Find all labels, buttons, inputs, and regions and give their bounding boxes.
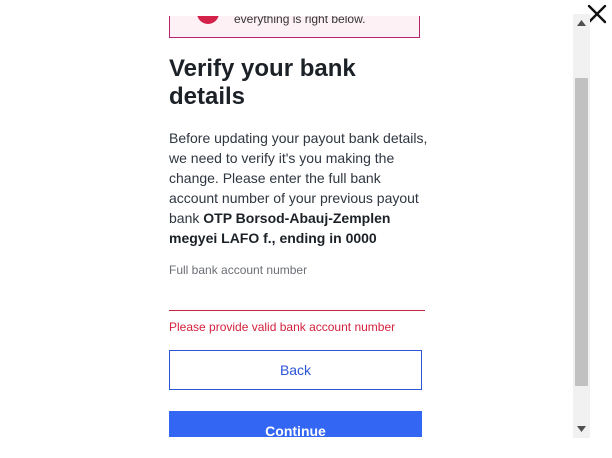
scroll-down-arrow-icon[interactable] bbox=[573, 422, 590, 436]
page-title: Verify your bank details bbox=[169, 55, 356, 110]
bank-name: OTP Borsod-Abauj-Zemplen megyei LAFO f.,… bbox=[169, 210, 391, 246]
validation-error: Please provide valid bank account number bbox=[169, 320, 396, 334]
dialog-content: everything is right below. Verify your b… bbox=[160, 16, 435, 437]
account-number-label: Full bank account number bbox=[169, 263, 308, 277]
verify-bank-details-dialog: everything is right below. Verify your b… bbox=[0, 0, 612, 458]
alert-text: everything is right below. bbox=[234, 16, 366, 26]
scrollbar-thumb[interactable] bbox=[575, 78, 588, 386]
intro-text: Before updating your payout bank details… bbox=[169, 128, 429, 248]
back-button[interactable]: Back bbox=[169, 350, 422, 390]
error-alert-banner: everything is right below. bbox=[169, 16, 420, 38]
scroll-up-arrow-icon[interactable] bbox=[573, 16, 590, 30]
account-number-input[interactable] bbox=[169, 288, 425, 311]
continue-button[interactable]: Continue bbox=[169, 411, 422, 437]
alert-icon bbox=[197, 16, 219, 24]
vertical-scrollbar[interactable] bbox=[573, 14, 590, 438]
